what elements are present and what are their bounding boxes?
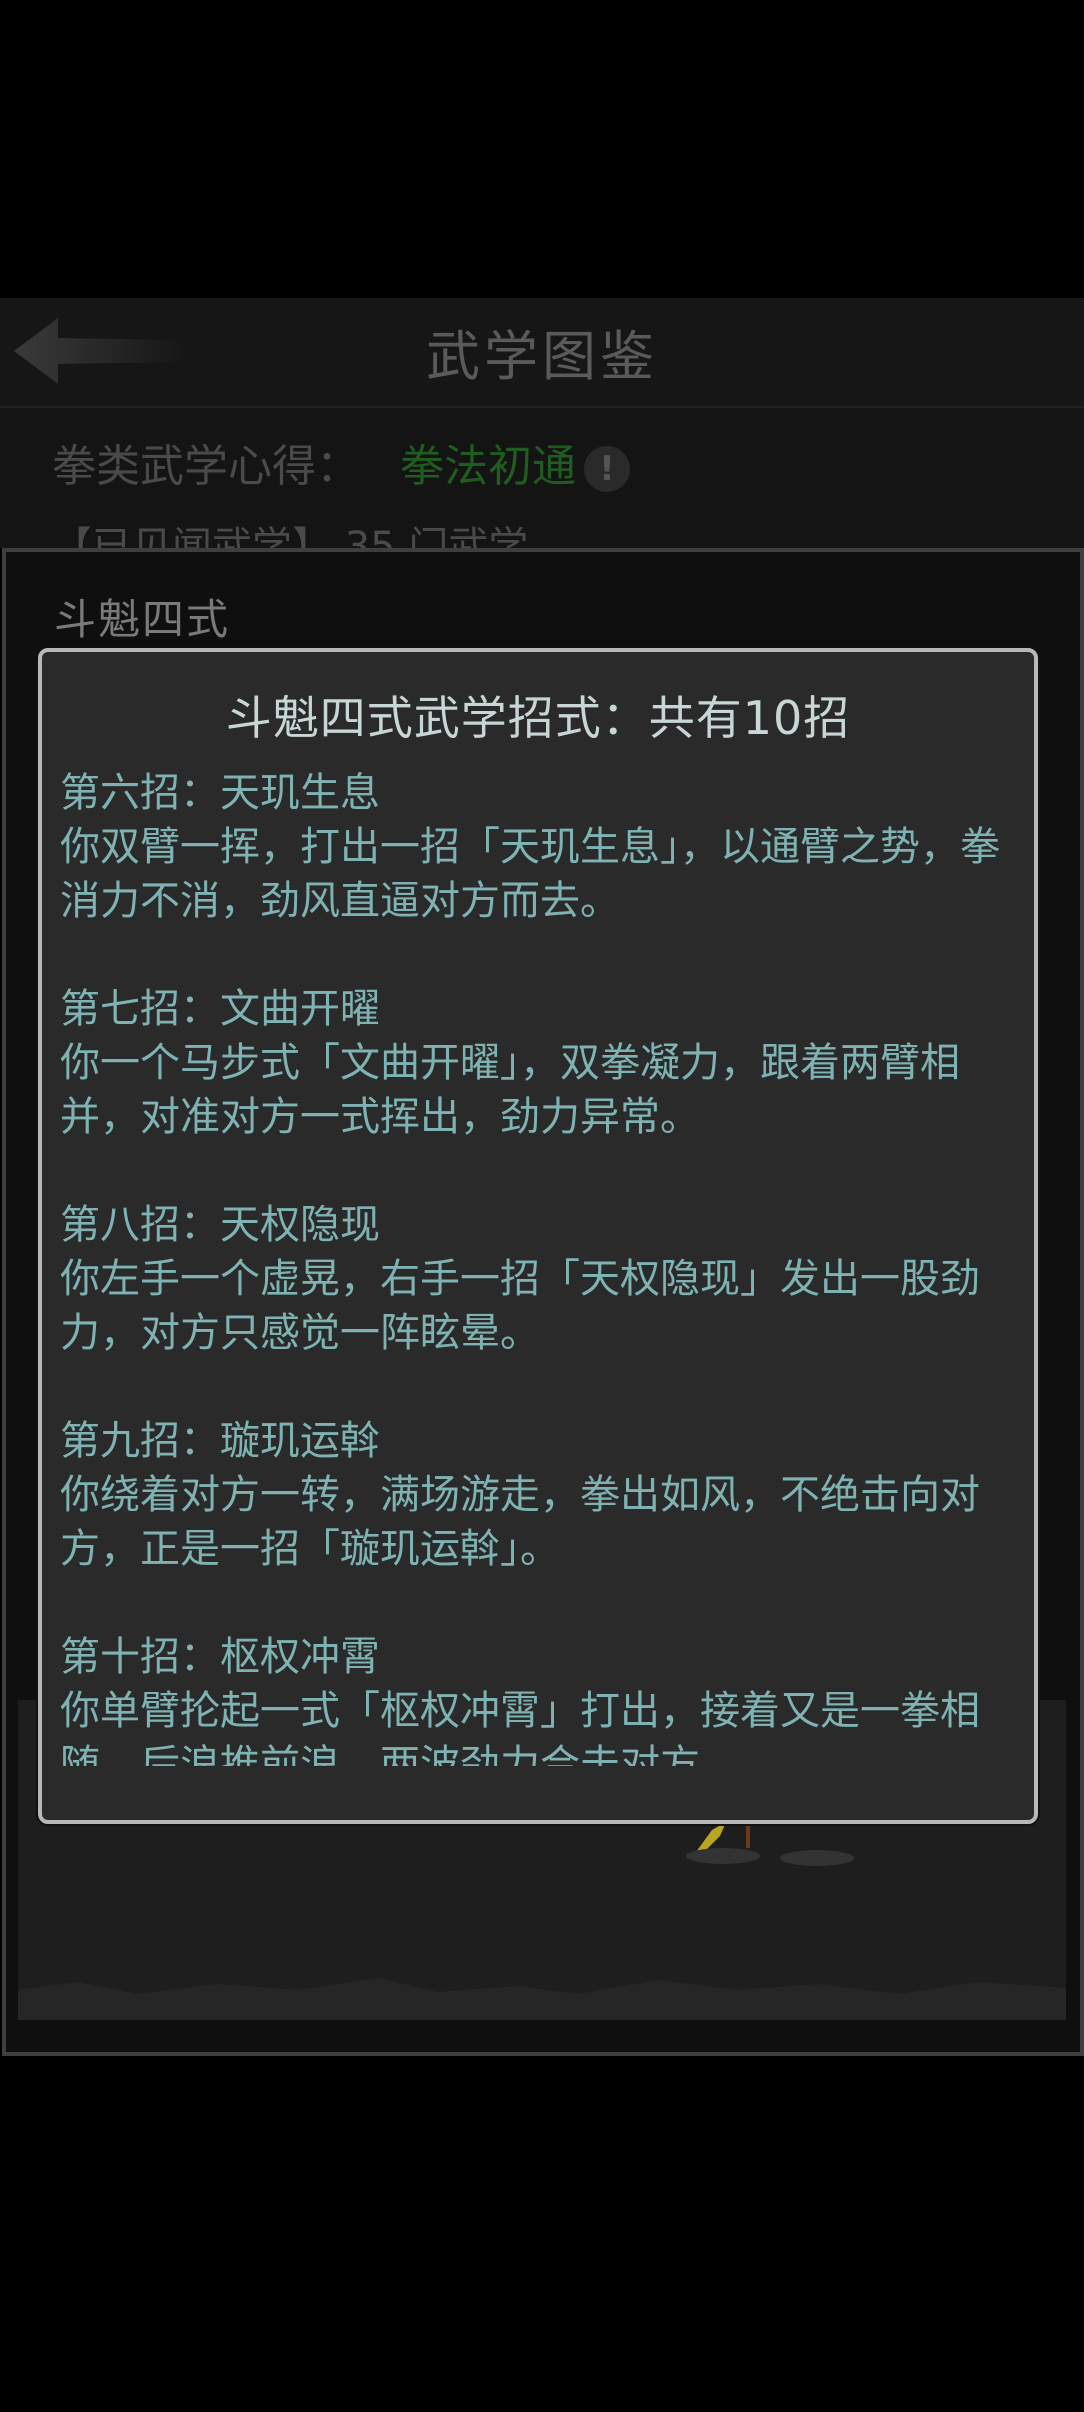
move-item: 第七招：文曲开曜 你一个马步式「文曲开曜」，双拳凝力，跟着两臂相并，对准对方一式…	[60, 982, 1020, 1144]
move-description: 你单臂抡起一式「枢权冲霄」打出，接着又是一拳相随，后浪推前浪，两波劲力合击对方。	[60, 1688, 980, 1766]
move-description: 你绕着对方一转，满场游走，拳出如风，不绝击向对方，正是一招「璇玑运斡」。	[60, 1472, 980, 1572]
fist-insight-label: 拳类武学心得：	[52, 441, 360, 492]
moves-dialog[interactable]: 斗魁四式武学招式：共有10招 第六招：天玑生息 你双臂一挥，打出一招「天玑生息」…	[38, 648, 1038, 1824]
move-item: 第十招：枢权冲霄 你单臂抡起一式「枢权冲霄」打出，接着又是一拳相随，后浪推前浪，…	[60, 1630, 1020, 1766]
move-name: 第十招：枢权冲霄	[60, 1634, 380, 1680]
move-description: 你双臂一挥，打出一招「天玑生息」，以通臂之势，拳消力不消，劲风直逼对方而去。	[60, 824, 1000, 924]
fist-insight-value: 拳法初通	[400, 441, 576, 492]
move-name: 第七招：文曲开曜	[60, 986, 380, 1032]
info-exclamation-icon[interactable]: !	[584, 446, 630, 492]
move-description: 你一个马步式「文曲开曜」，双拳凝力，跟着两臂相并，对准对方一式挥出，劲力异常。	[60, 1040, 960, 1140]
moves-list[interactable]: 第六招：天玑生息 你双臂一挥，打出一招「天玑生息」，以通臂之势，拳消力不消，劲风…	[60, 766, 1020, 1766]
figure-shadow	[780, 1850, 854, 1866]
move-item: 第九招：璇玑运斡 你绕着对方一转，满场游走，拳出如风，不绝击向对方，正是一招「璇…	[60, 1414, 1020, 1576]
move-description: 你左手一个虚晃，右手一招「天权隐现」发出一股劲力，对方只感觉一阵眩晕。	[60, 1256, 980, 1356]
dialog-title: 斗魁四式武学招式：共有10招	[225, 691, 851, 745]
page-title: 武学图鉴	[426, 325, 658, 388]
skill-name: 斗魁四式	[54, 595, 231, 644]
move-name: 第八招：天权隐现	[60, 1202, 380, 1248]
figure-shadow	[686, 1848, 760, 1864]
move-name: 第六招：天玑生息	[60, 770, 380, 816]
mountain-silhouette	[18, 1978, 1066, 2020]
move-item: 第六招：天玑生息 你双臂一挥，打出一招「天玑生息」，以通臂之势，拳消力不消，劲风…	[60, 766, 1020, 928]
move-item: 第八招：天权隐现 你左手一个虚晃，右手一招「天权隐现」发出一股劲力，对方只感觉一…	[60, 1198, 1020, 1360]
fist-insight-row: 拳类武学心得： 拳法初通!	[52, 430, 630, 494]
move-name: 第九招：璇玑运斡	[60, 1418, 380, 1464]
